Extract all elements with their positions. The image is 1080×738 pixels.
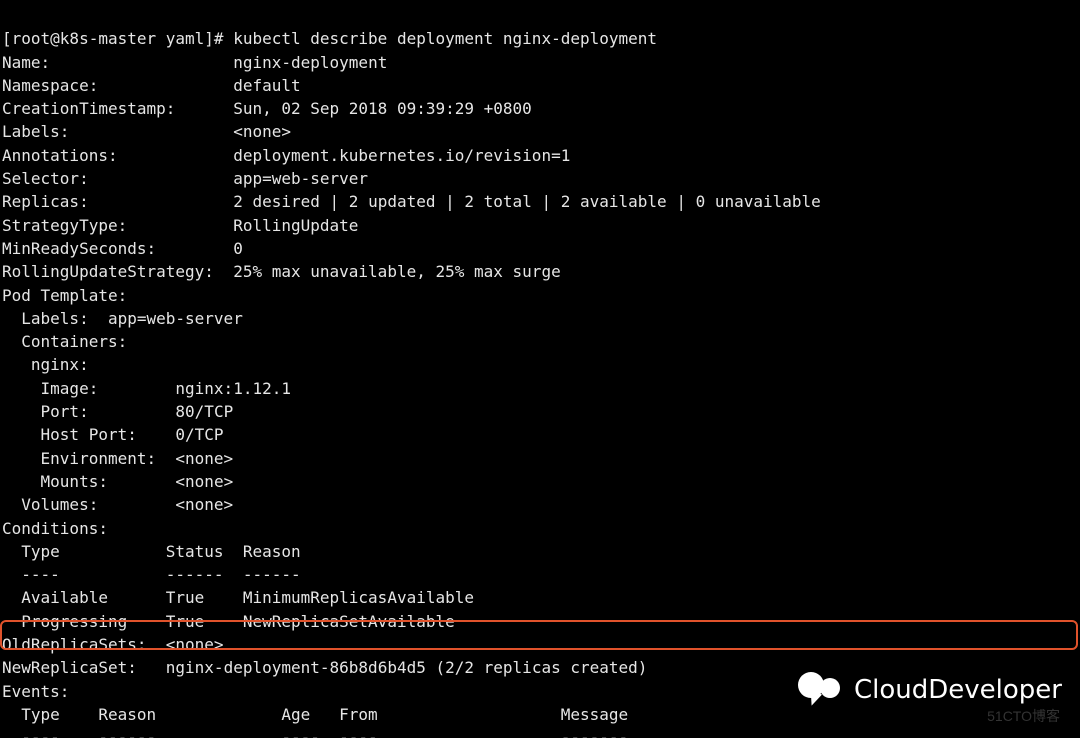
conditions-row: Progressing True NewReplicaSetAvailable bbox=[2, 612, 455, 631]
field-value: RollingUpdate bbox=[233, 216, 358, 235]
field-label: Mounts: bbox=[2, 472, 108, 491]
field-value: nginx-deployment-86b8d6b4d5 (2/2 replica… bbox=[166, 658, 648, 677]
field-label: Image: bbox=[2, 379, 98, 398]
pod-labels-line: Labels: app=web-server bbox=[2, 309, 243, 328]
field-value: 25% max unavailable, 25% max surge bbox=[233, 262, 561, 281]
containers-header: Containers: bbox=[2, 332, 127, 351]
field-value: <none> bbox=[175, 495, 233, 514]
field-value: <none> bbox=[166, 635, 224, 654]
field-label: Name: bbox=[2, 53, 50, 72]
field-value: 80/TCP bbox=[175, 402, 233, 421]
field-label: Replicas: bbox=[2, 192, 89, 211]
field-label: MinReadySeconds: bbox=[2, 239, 156, 258]
field-label: Environment: bbox=[2, 449, 156, 468]
container-name: nginx: bbox=[2, 355, 89, 374]
field-value: app=web-server bbox=[233, 169, 368, 188]
field-label: Labels: bbox=[2, 122, 69, 141]
field-label: Volumes: bbox=[2, 495, 98, 514]
field-value: nginx:1.12.1 bbox=[175, 379, 291, 398]
field-value: 0/TCP bbox=[175, 425, 223, 444]
field-label: StrategyType: bbox=[2, 216, 127, 235]
field-value: default bbox=[233, 76, 300, 95]
pod-template-header: Pod Template: bbox=[2, 286, 127, 305]
field-value: <none> bbox=[233, 122, 291, 141]
shell-command: kubectl describe deployment nginx-deploy… bbox=[233, 29, 657, 48]
field-label: CreationTimestamp: bbox=[2, 99, 175, 118]
field-label: OldReplicaSets: bbox=[2, 635, 147, 654]
field-value: 0 bbox=[233, 239, 243, 258]
field-value: 2 desired | 2 updated | 2 total | 2 avai… bbox=[233, 192, 821, 211]
events-col-sep: ---- ------ ---- ---- ------- bbox=[2, 728, 628, 738]
field-label: Namespace: bbox=[2, 76, 98, 95]
field-label: Selector: bbox=[2, 169, 89, 188]
field-value: <none> bbox=[175, 449, 233, 468]
wechat-icon bbox=[798, 672, 844, 708]
field-label: Port: bbox=[2, 402, 89, 421]
field-label: NewReplicaSet: bbox=[2, 658, 137, 677]
field-label: Host Port: bbox=[2, 425, 137, 444]
conditions-col-header: Type Status Reason bbox=[2, 542, 301, 561]
field-label: RollingUpdateStrategy: bbox=[2, 262, 214, 281]
events-col-header: Type Reason Age From Message bbox=[2, 705, 628, 724]
faint-brand: 51CTO博客 bbox=[987, 706, 1060, 726]
watermark-text: CloudDeveloper bbox=[854, 675, 1062, 705]
shell-prompt: [root@k8s-master yaml]# bbox=[2, 29, 233, 48]
field-value: <none> bbox=[175, 472, 233, 491]
conditions-row: Available True MinimumReplicasAvailable bbox=[2, 588, 474, 607]
field-value: Sun, 02 Sep 2018 09:39:29 +0800 bbox=[233, 99, 532, 118]
field-value: deployment.kubernetes.io/revision=1 bbox=[233, 146, 570, 165]
conditions-col-sep: ---- ------ ------ bbox=[2, 565, 301, 584]
field-value: nginx-deployment bbox=[233, 53, 387, 72]
watermark: CloudDeveloper bbox=[798, 672, 1062, 708]
events-header: Events: bbox=[2, 682, 69, 701]
conditions-header: Conditions: bbox=[2, 519, 108, 538]
terminal-window[interactable]: [root@k8s-master yaml]# kubectl describe… bbox=[0, 0, 1080, 738]
field-label: Annotations: bbox=[2, 146, 118, 165]
